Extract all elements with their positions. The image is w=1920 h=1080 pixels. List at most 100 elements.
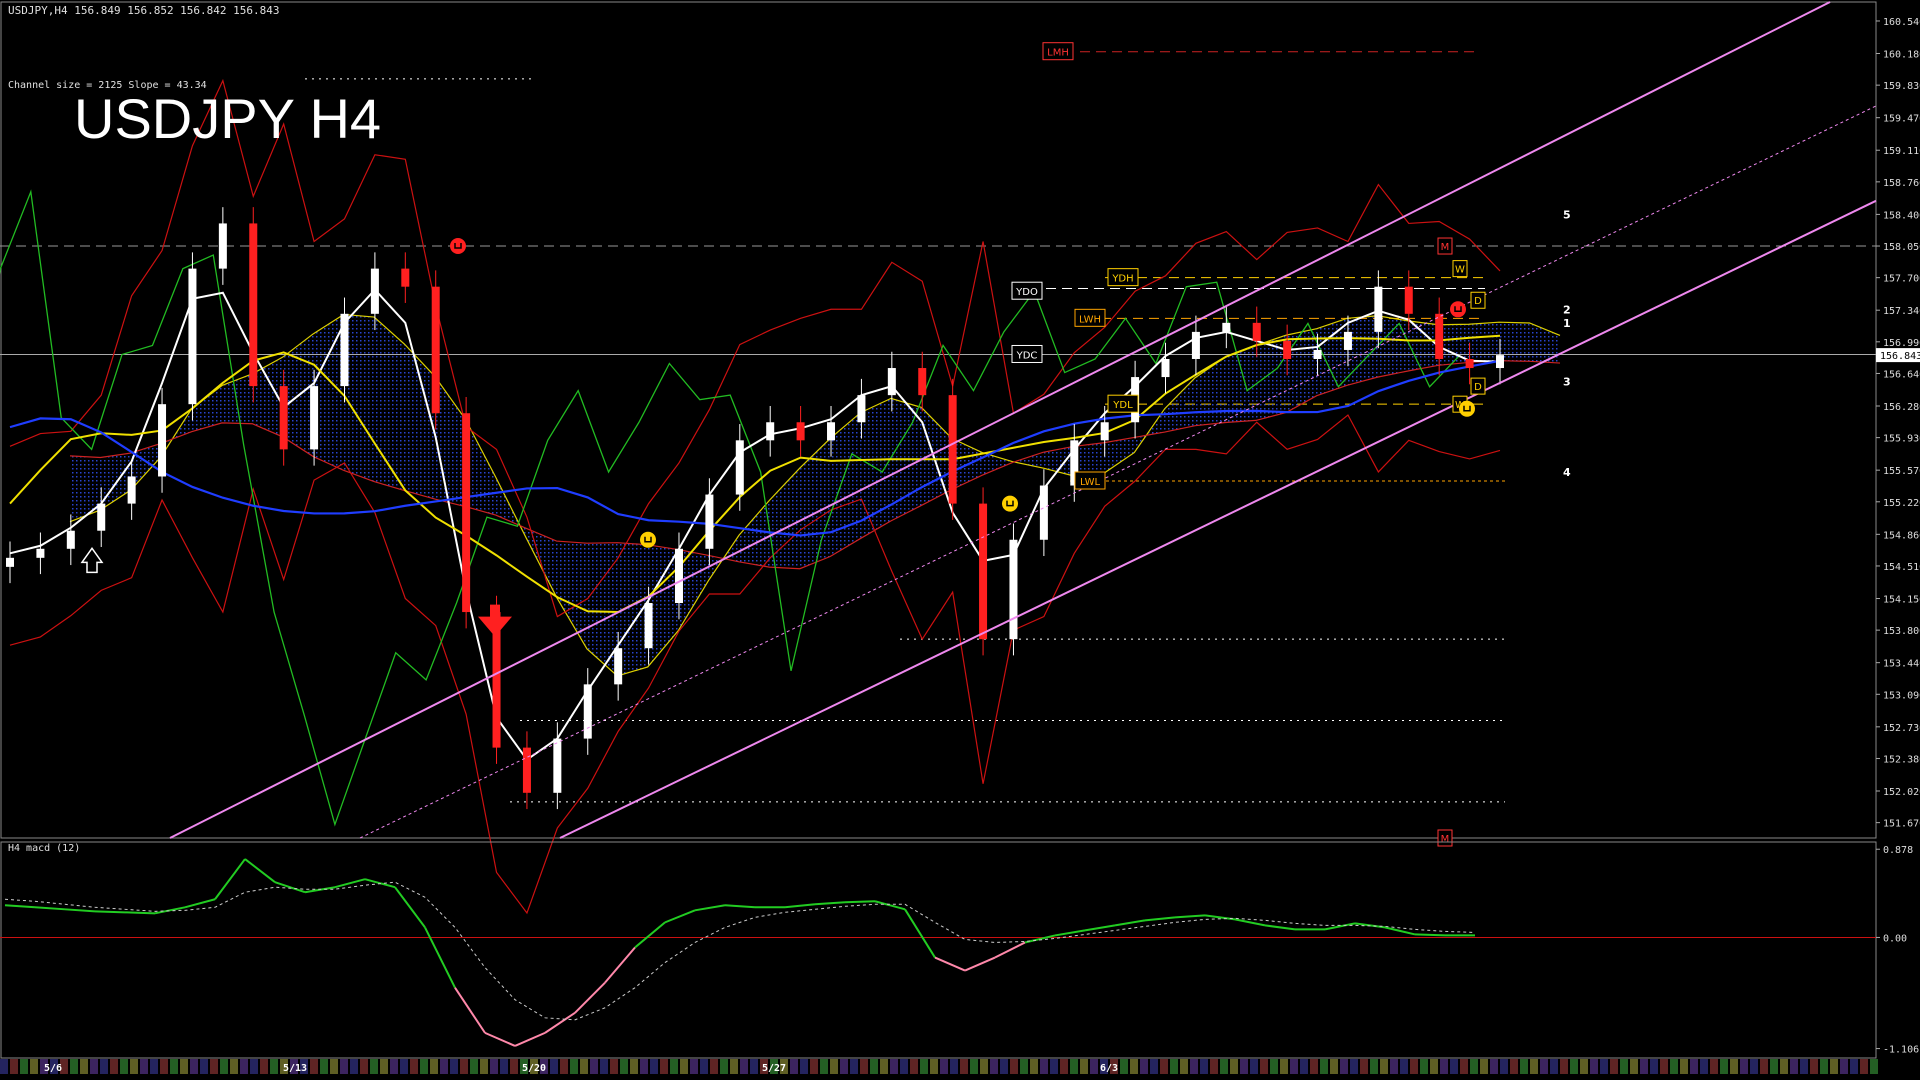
chart-title: USDJPY H4 [74,87,381,150]
time-strip-cell [970,1059,978,1074]
level-label-text: YDC [1016,350,1038,361]
candle-body[interactable] [127,476,136,504]
candle-body[interactable] [340,313,349,387]
candle-body[interactable] [948,395,957,504]
candle-body[interactable] [188,268,197,405]
reversal-signal-icon [1459,400,1475,417]
time-strip-cell [550,1059,558,1074]
time-strip-cell [1240,1059,1248,1074]
price-tick-label: 152.380 [1883,754,1920,765]
candle-body[interactable] [1191,331,1200,359]
level-label-text: YDH [1111,274,1133,285]
time-strip-cell [920,1059,928,1074]
candle-body[interactable] [249,223,258,387]
time-strip-cell [1420,1059,1428,1074]
candle-body[interactable] [827,422,836,441]
time-strip-cell [730,1059,738,1074]
candle-body[interactable] [1222,322,1231,332]
candle-body[interactable] [1283,340,1292,359]
time-strip-cell [1820,1059,1828,1074]
time-strip-cell [390,1059,398,1074]
time-strip-cell [70,1059,78,1074]
candle-body[interactable] [279,386,288,450]
candle-body[interactable] [218,223,227,269]
candle-body[interactable] [1496,355,1504,369]
candle-body[interactable] [6,557,14,567]
candle-body[interactable] [1100,422,1109,441]
time-strip-cell [1360,1059,1368,1074]
price-tick-label: 159.830 [1883,81,1920,92]
time-strip-cell [1730,1059,1738,1074]
candle-body[interactable] [614,648,623,685]
time-strip-cell [940,1059,948,1074]
time-strip-cell [250,1059,258,1074]
time-strip-cell [1220,1059,1228,1074]
candle-body[interactable] [1313,349,1322,359]
candle-body[interactable] [857,395,866,423]
time-strip-cell [1800,1059,1808,1074]
time-strip-cell [1140,1059,1148,1074]
candle-body[interactable] [462,413,471,613]
candle-body[interactable] [1343,331,1352,350]
candle-body[interactable] [1374,286,1383,332]
candle-body[interactable] [158,404,167,477]
candle-body[interactable] [1161,358,1170,378]
candle-body[interactable] [705,494,714,549]
time-tick-label: 6/3 [1100,1063,1118,1074]
candle-body[interactable] [1009,539,1018,640]
time-strip-cell [1070,1059,1078,1074]
wave-label: 2 [1563,303,1571,316]
level-label: LWH [1074,308,1106,327]
period-marker-text: M [1441,242,1450,253]
candle-body[interactable] [735,440,744,495]
candle-body[interactable] [674,548,683,604]
candle-body[interactable] [1435,313,1444,359]
price-tick-label: 154.860 [1883,530,1920,541]
time-strip-cell [190,1059,198,1074]
time-strip-cell [320,1059,328,1074]
candle-body[interactable] [979,503,988,640]
candle-body[interactable] [36,548,45,558]
time-strip-cell [1530,1059,1538,1074]
time-strip-cell [1650,1059,1658,1074]
macd-main-segment [94,910,126,914]
time-strip-cell [1250,1059,1258,1074]
time-strip-cell [620,1059,628,1074]
level-label-text: LWL [1080,477,1101,488]
candle-body[interactable] [97,503,106,531]
time-strip-cell [1840,1059,1848,1074]
candle-body[interactable] [918,368,927,396]
candle-body[interactable] [310,386,319,450]
candle-body[interactable] [583,684,592,739]
candle-body[interactable] [887,368,896,396]
candle-body[interactable] [431,286,440,414]
time-strip-cell [600,1059,608,1074]
time-strip-cell [220,1059,228,1074]
level-label-text: YDL [1112,400,1133,411]
candle-body[interactable] [1465,358,1474,369]
candle-body[interactable] [796,422,805,441]
time-strip-cell [1090,1059,1098,1074]
time-strip-cell [1750,1059,1758,1074]
time-strip-cell [1320,1059,1328,1074]
candle-body[interactable] [553,738,562,793]
candle-body[interactable] [1252,322,1261,341]
time-tick-label: 5/6 [44,1063,62,1074]
time-strip-cell [950,1059,958,1074]
time-strip-cell [1010,1059,1018,1074]
candle-body[interactable] [66,530,75,549]
trading-chart[interactable]: LMHYDOYDHLWHYDCYDLLWLMWDDWM52134 160.540… [0,0,1920,1080]
candle-body[interactable] [1404,286,1413,314]
period-marker-text: M [1441,834,1450,845]
candle-body[interactable] [522,747,531,793]
reversal-signal-icon [450,238,466,255]
time-strip-cell [1600,1059,1608,1074]
candle-body[interactable] [1039,485,1048,540]
time-strip-cell [1040,1059,1048,1074]
candle-body[interactable] [370,268,379,314]
time-strip-cell [960,1059,968,1074]
time-strip-cell [1430,1059,1438,1074]
candle-body[interactable] [401,268,410,287]
candle-body[interactable] [766,422,775,441]
candle-body[interactable] [644,603,653,649]
